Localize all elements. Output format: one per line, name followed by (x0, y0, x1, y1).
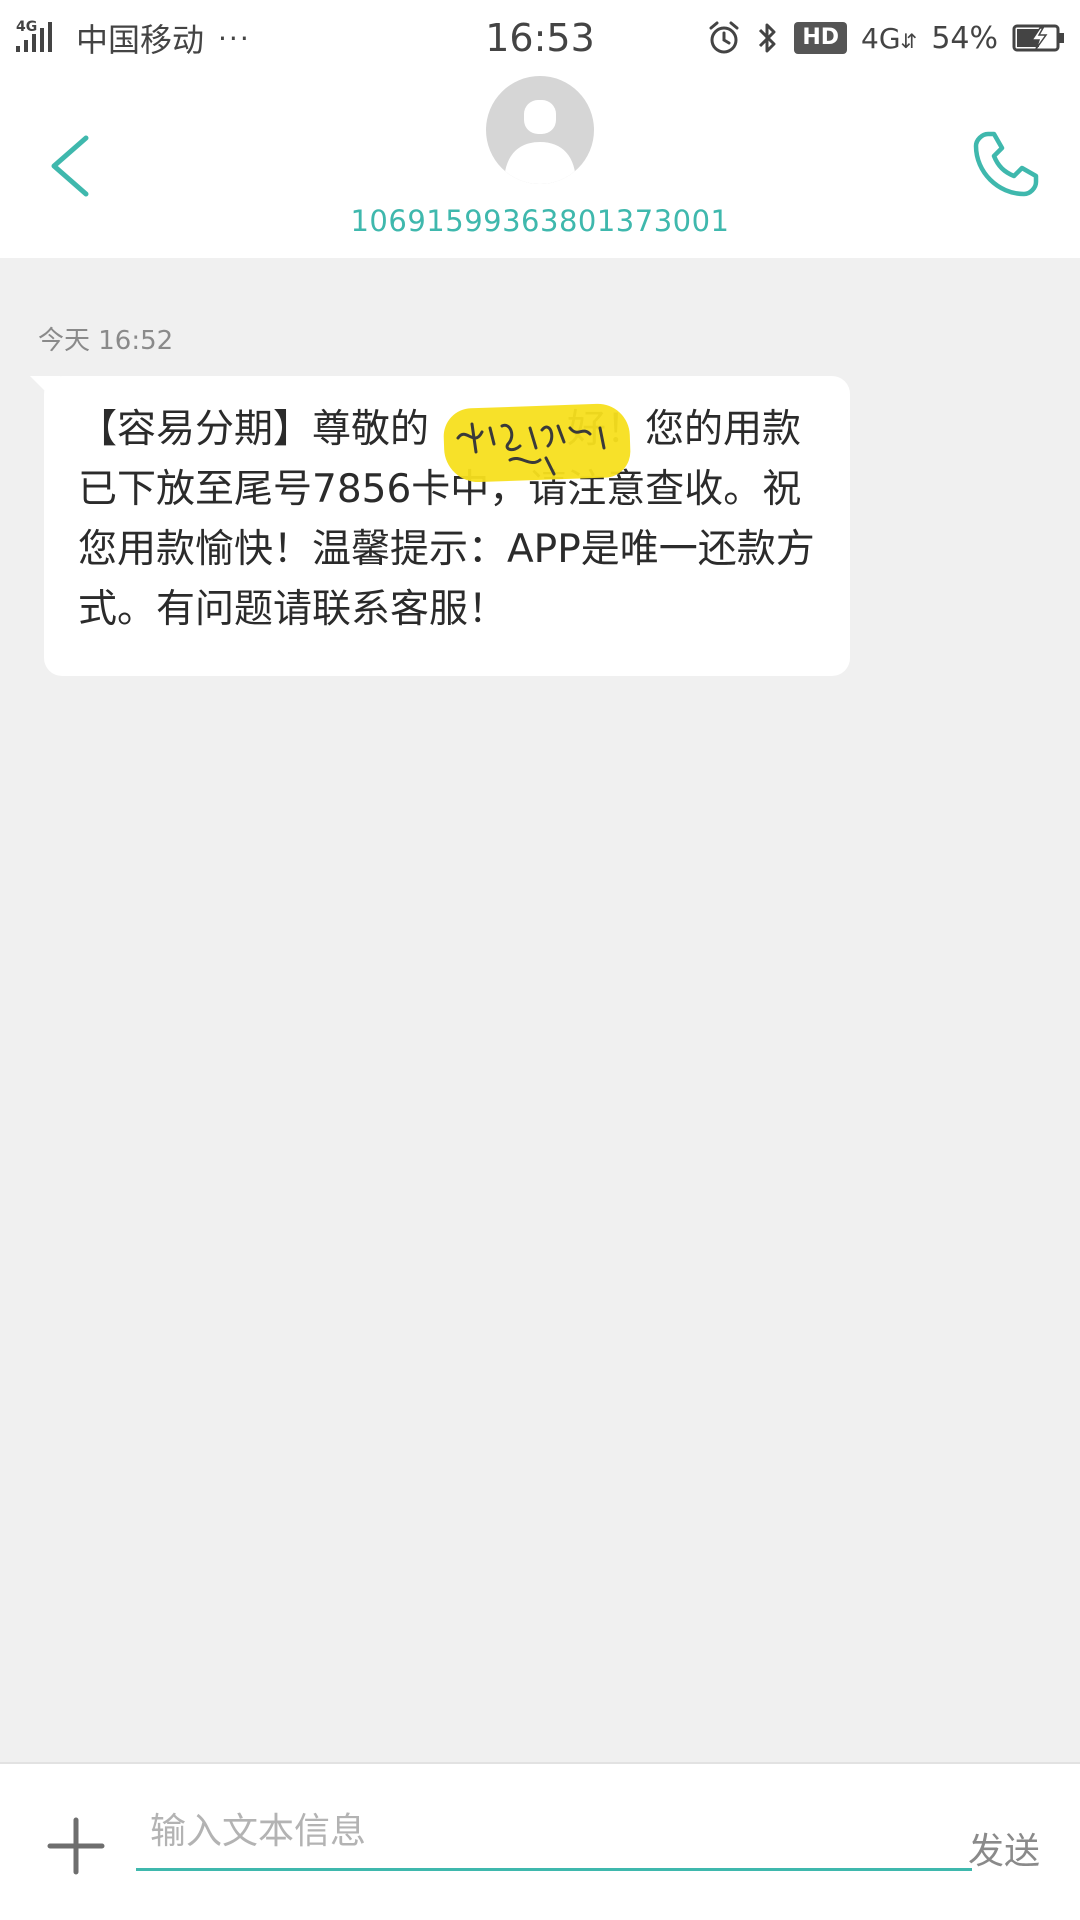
handwritten-scribble (456, 422, 606, 476)
message-input[interactable] (136, 1794, 972, 1871)
hd-voice-badge: HD (794, 22, 848, 54)
send-button[interactable]: 发送 (968, 1822, 1040, 1874)
avatar[interactable] (486, 76, 594, 184)
battery-charging-icon (1012, 24, 1064, 52)
message-timestamp: 今天 16:52 (38, 326, 174, 356)
status-bar: 4G 中国移动 ··· 16:53 HD 4G⇵ 54% (0, 0, 1080, 76)
bluetooth-icon (759, 23, 776, 53)
user-silhouette-icon (504, 100, 576, 184)
mobile-data-indicator: 4G⇵ (861, 21, 918, 55)
sms-conversation-screen: 4G 中国移动 ··· 16:53 HD 4G⇵ 54% 10691599363… (0, 0, 1080, 1920)
battery-percentage: 54% (931, 20, 998, 56)
phone-icon[interactable] (968, 126, 1044, 202)
composer-bar: 发送 (0, 1762, 1080, 1920)
plus-icon[interactable] (46, 1816, 106, 1876)
chevron-left-icon[interactable] (40, 126, 100, 206)
status-right: HD 4G⇵ 54% (706, 16, 1066, 60)
conversation-header: 10691599363801373001 (0, 76, 1080, 258)
alarm-icon (709, 21, 739, 54)
contact-number[interactable]: 10691599363801373001 (0, 204, 1080, 238)
message-list[interactable]: 今天 16:52 【容易分期】尊敬的 好！您的用款已下放至尾号7856卡中，请注意… (0, 258, 1080, 1762)
